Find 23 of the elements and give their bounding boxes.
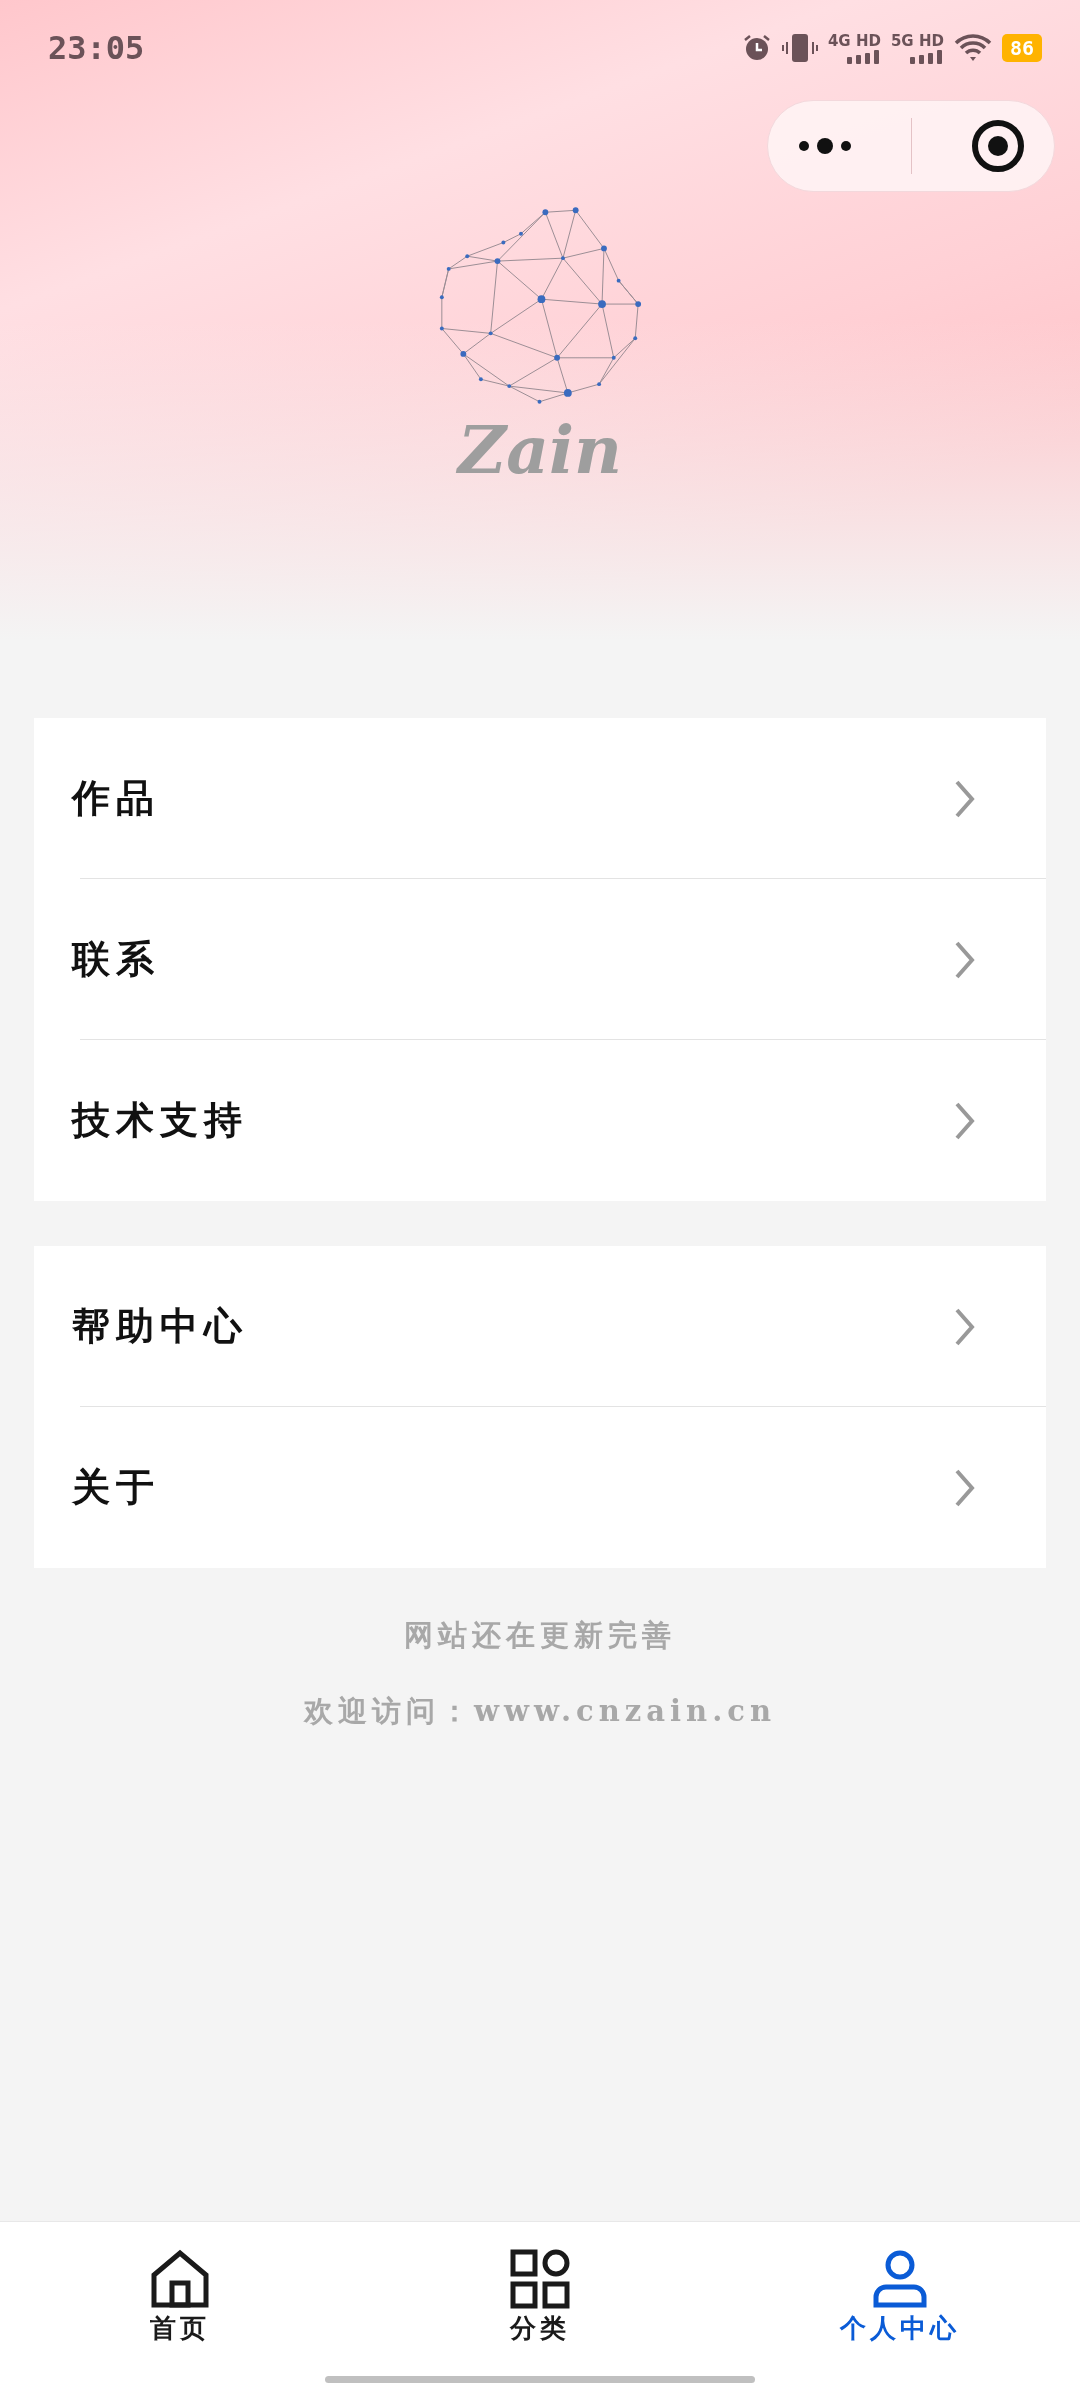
- home-icon: [150, 2248, 210, 2309]
- status-time: 23:05: [48, 28, 145, 67]
- close-icon[interactable]: [970, 119, 1025, 173]
- network-label: 4G HD: [827, 31, 881, 50]
- chevron-right-icon: [954, 1467, 976, 1508]
- tab-item[interactable]: 个人中心: [720, 2222, 1080, 2372]
- vibrate-icon: [781, 31, 818, 64]
- wifi-icon: [953, 32, 992, 63]
- tab-item[interactable]: 首页: [0, 2222, 360, 2372]
- chevron-right-icon: [954, 939, 976, 980]
- signal-icon: [907, 49, 944, 64]
- battery-level: 86: [1001, 33, 1042, 62]
- chevron-right-icon: [954, 1100, 976, 1141]
- signal-icon: [844, 49, 881, 64]
- chevron-right-icon: [954, 1306, 976, 1347]
- more-icon[interactable]: [797, 136, 854, 156]
- tab-item[interactable]: 分类: [360, 2222, 720, 2372]
- chevron-right-icon: [954, 778, 976, 819]
- footer-text: 欢迎访问：www.cnzain.cn: [304, 1693, 776, 1730]
- logo-wordmark: Zain: [458, 410, 622, 490]
- footer-text: 网站还在更新完善: [404, 1617, 676, 1654]
- grid-icon: [510, 2248, 570, 2309]
- network-label: 5G HD: [890, 31, 944, 50]
